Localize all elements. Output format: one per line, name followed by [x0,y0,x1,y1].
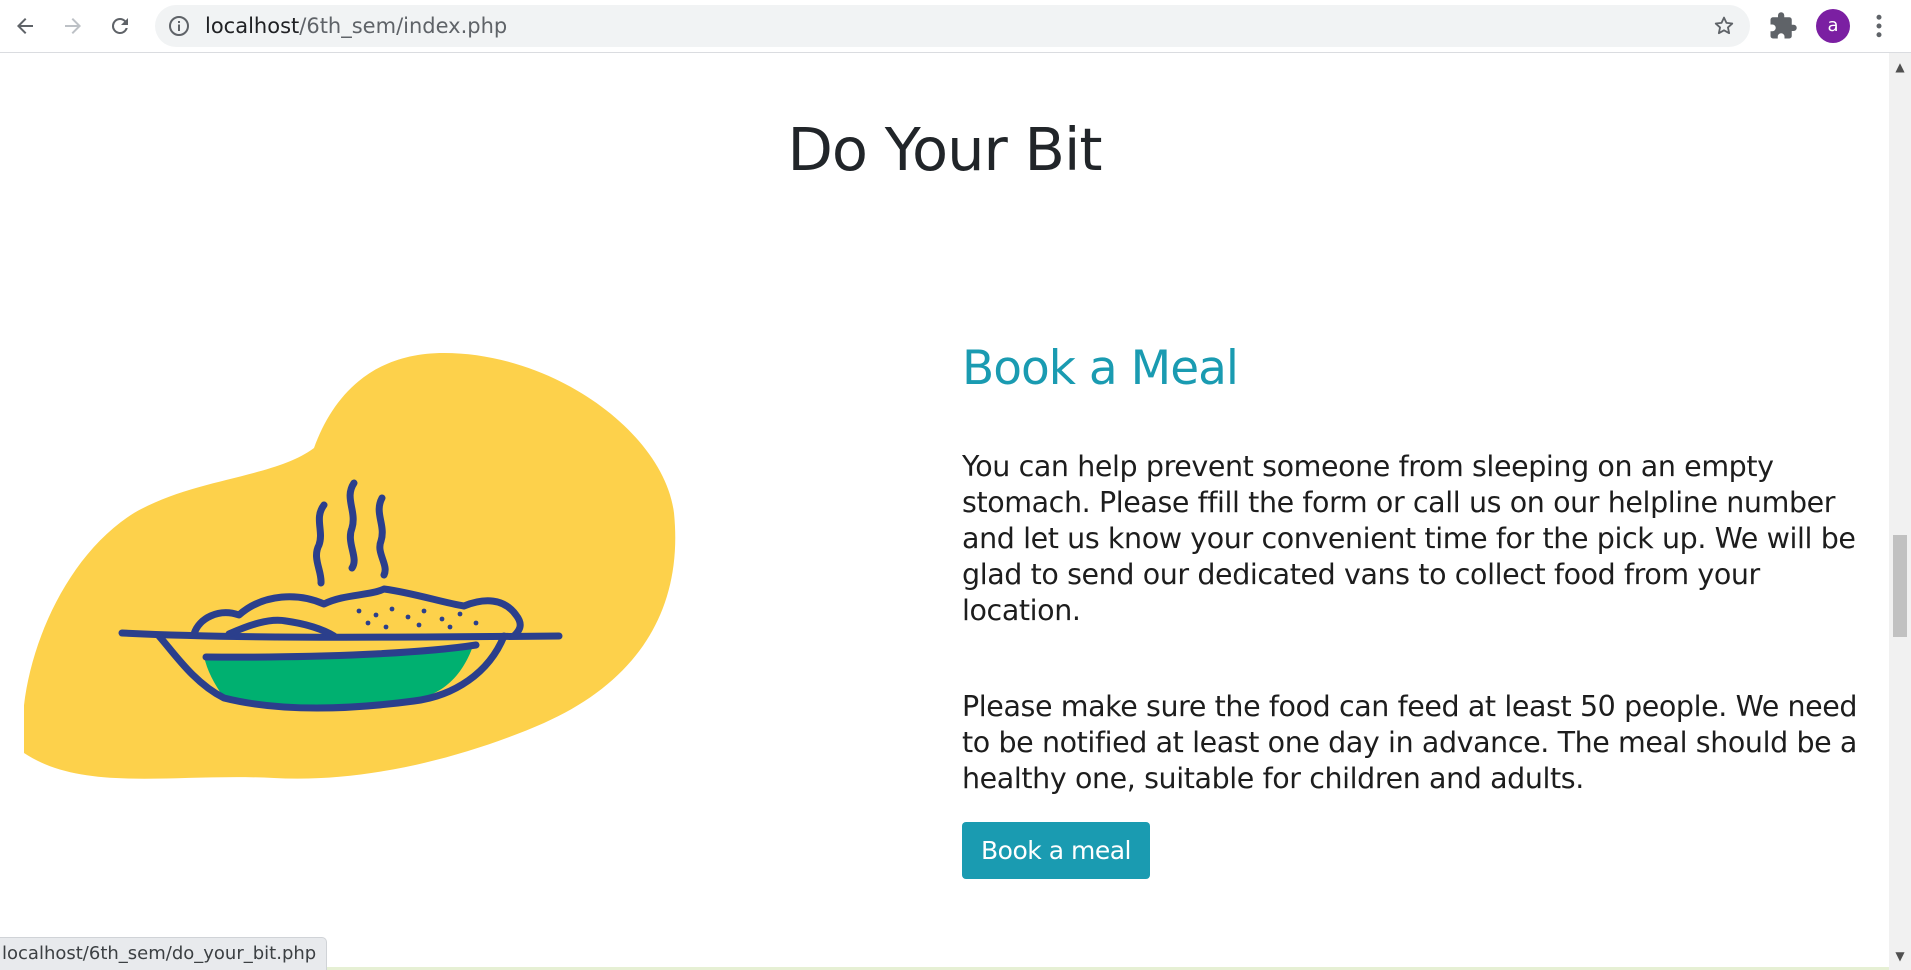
bookmark-star-icon[interactable] [1712,14,1736,38]
browser-toolbar: localhost/6th_sem/index.php a [0,0,1911,53]
link-status-bubble: localhost/6th_sem/do_your_bit.php [0,937,328,970]
url-path: /6th_sem/index.php [299,14,508,38]
card-title: Book a Meal [962,341,1239,396]
section-title: Do Your Bit [787,115,1103,184]
arrow-right-icon [65,18,81,34]
reload-button[interactable] [103,9,137,43]
steam-2 [346,479,358,572]
url-text[interactable]: localhost/6th_sem/index.php [205,5,507,47]
profile-avatar[interactable]: a [1816,9,1850,43]
more-vert-icon[interactable] [1864,11,1894,41]
url-host: localhost [205,14,300,38]
card-requirements: Please make sure the food can feed at le… [962,690,1858,795]
info-icon[interactable] [167,14,191,38]
address-bar[interactable]: localhost/6th_sem/index.php [155,5,1750,47]
page-scrollbar[interactable]: ▲ ▼ [1889,53,1911,970]
scroll-thumb[interactable] [1893,535,1907,637]
page-viewport: Do Your Bit Book a Meal You can help pre… [0,53,1889,970]
back-button[interactable] [8,9,42,43]
book-a-meal-button[interactable]: Book a meal [962,822,1150,879]
scroll-down-arrow-icon[interactable]: ▼ [1889,945,1911,967]
scroll-up-arrow-icon[interactable]: ▲ [1889,56,1911,78]
reload-icon [111,17,128,34]
forward-button[interactable] [56,9,90,43]
extensions-puzzle-icon[interactable] [1768,11,1798,41]
card-description: You can help prevent someone from sleepi… [962,450,1856,627]
arrow-left-icon [17,18,33,34]
meal-dish-illustration [24,353,676,779]
steam-1 [313,501,328,587]
